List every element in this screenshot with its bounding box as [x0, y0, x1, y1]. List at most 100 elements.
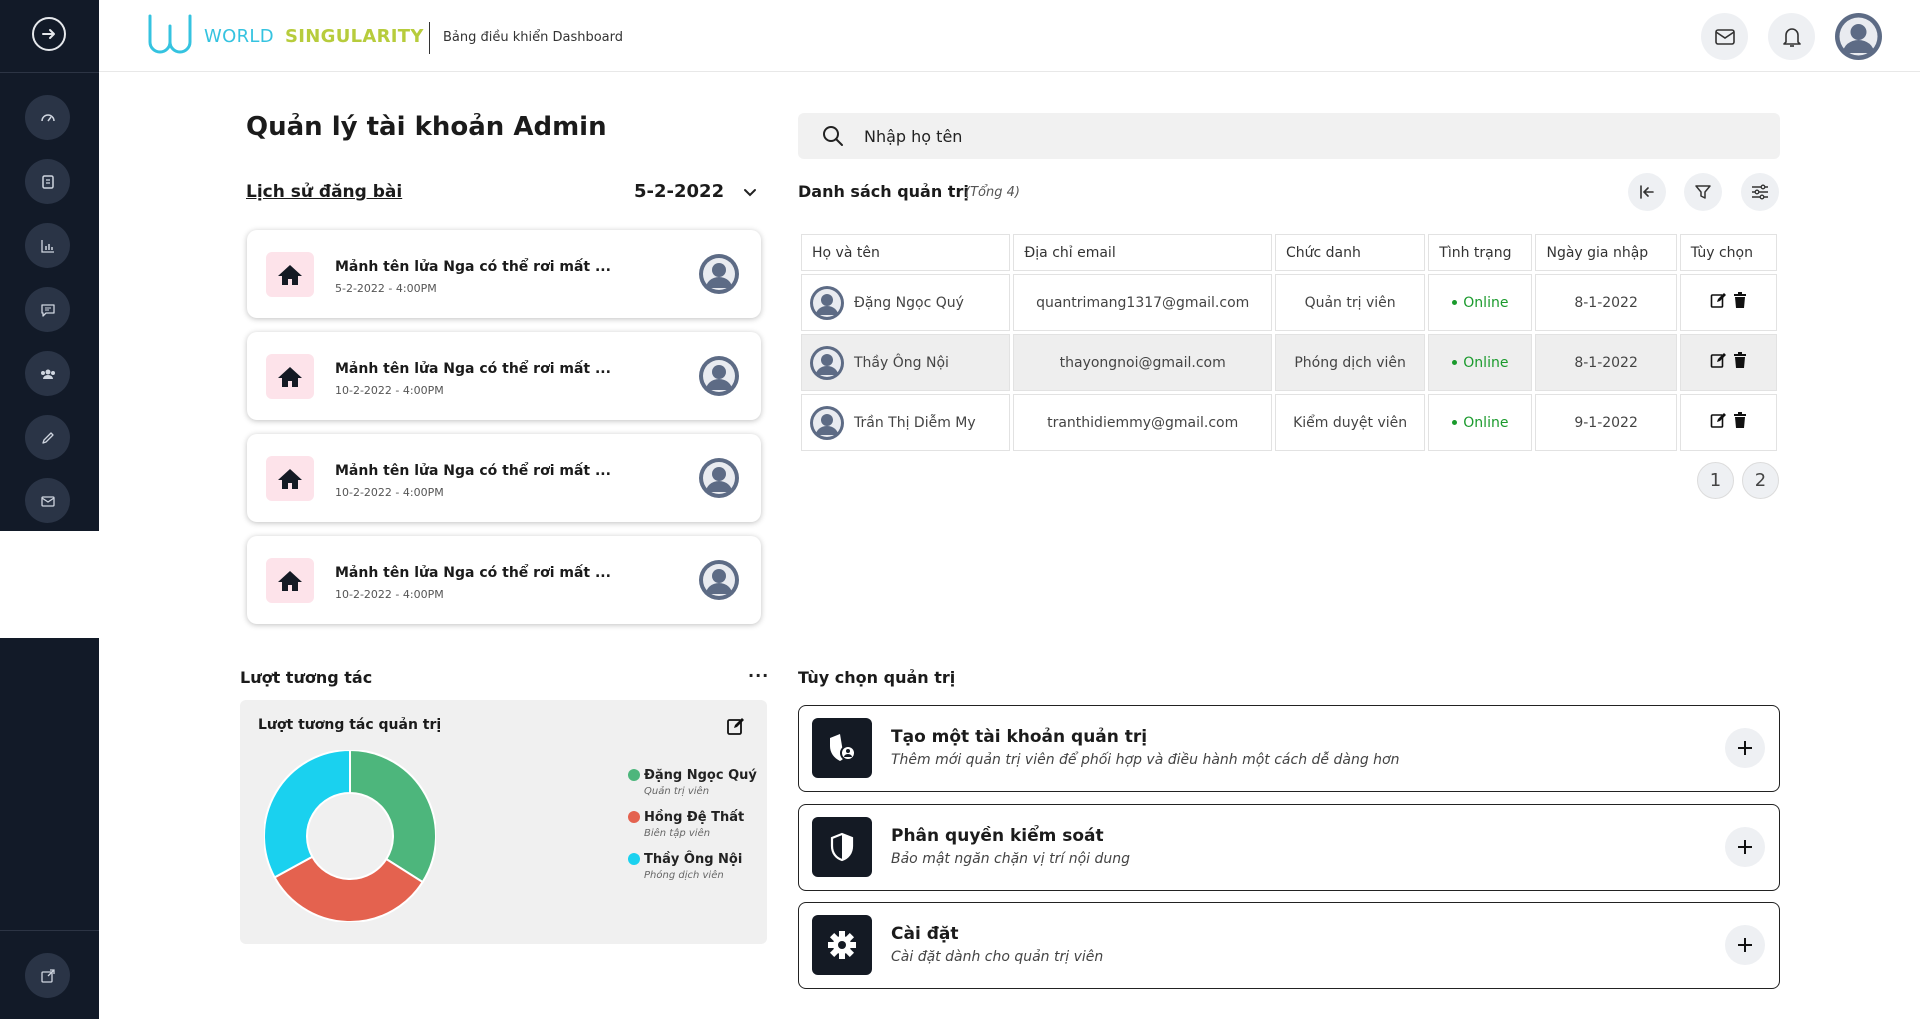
- sidebar-item-editor[interactable]: [25, 415, 70, 460]
- post-card[interactable]: Mảnh tên lửa Nga có thể rơi mất ... 10-2…: [247, 434, 761, 522]
- legend-swatch: [628, 769, 640, 781]
- post-history-link[interactable]: Lịch sử đăng bài: [246, 182, 402, 202]
- option-icon-badge: [812, 915, 872, 975]
- table-row[interactable]: Trần Thị Diễm My tranthidiemmy@gmail.com…: [801, 394, 1777, 451]
- column-header: Tùy chọn: [1679, 234, 1777, 271]
- admin-table: Họ và tên Địa chỉ email Chức danh Tình t…: [798, 231, 1780, 454]
- more-options-button[interactable]: ···: [748, 666, 769, 685]
- donut-chart: [264, 750, 436, 922]
- sidebar: [0, 0, 99, 531]
- column-header: Địa chỉ email: [1013, 234, 1272, 271]
- avatar: [810, 285, 844, 320]
- status-text: Online: [1463, 354, 1509, 371]
- plus-icon: [1738, 741, 1752, 755]
- sidebar-toggle-button[interactable]: [32, 17, 66, 51]
- user-silhouette-icon: [813, 408, 841, 437]
- admin-list-title: Danh sách quản trị: [798, 182, 969, 201]
- option-create-admin[interactable]: Tạo một tài khoản quản trị Thêm mới quản…: [798, 705, 1780, 792]
- name-cell: Thầy Ông Nội: [801, 334, 1011, 391]
- filter-button[interactable]: [1684, 173, 1722, 211]
- table-row[interactable]: Thầy Ông Nội thayongnoi@gmail.com Phóng …: [801, 334, 1777, 391]
- sidebar-divider: [0, 72, 99, 73]
- column-header: Tình trạng: [1428, 234, 1533, 271]
- joined-cell: 8-1-2022: [1535, 334, 1677, 391]
- sidebar-item-external-link[interactable]: [25, 953, 70, 998]
- arrow-right-icon: [42, 29, 55, 39]
- sidebar-item-statistics[interactable]: [25, 223, 70, 268]
- trash-icon[interactable]: [1733, 412, 1747, 429]
- email-cell: thayongnoi@gmail.com: [1013, 334, 1272, 391]
- admin-options-title: Tùy chọn quản trị: [798, 668, 956, 687]
- post-date: 5-2-2022 - 4:00PM: [335, 282, 437, 295]
- user-silhouette-icon: [813, 288, 841, 317]
- sidebar-item-users[interactable]: [25, 351, 70, 396]
- settings-sliders-button[interactable]: [1741, 173, 1779, 211]
- legend-item: Hồng Đệ Thất Biên tập viên: [628, 808, 763, 850]
- admin-name: Trần Thị Diễm My: [854, 414, 976, 431]
- notifications-button[interactable]: [1768, 13, 1815, 60]
- joined-cell: 9-1-2022: [1535, 394, 1677, 451]
- option-description: Bảo mật ngăn chặn vị trí nội dung: [891, 851, 1130, 867]
- pagination-page-1[interactable]: 1: [1697, 462, 1734, 499]
- post-card[interactable]: Mảnh tên lửa Nga có thể rơi mất ... 10-2…: [247, 332, 761, 420]
- legend-name: Hồng Đệ Thất: [644, 810, 745, 825]
- legend-swatch: [628, 853, 640, 865]
- legend-role: Quản trị viên: [644, 786, 710, 797]
- avatar: [810, 345, 844, 380]
- sidebar-item-dashboard[interactable]: [25, 95, 70, 140]
- edit-icon[interactable]: [1710, 352, 1727, 369]
- post-card[interactable]: Mảnh tên lửa Nga có thể rơi mất ... 10-2…: [247, 536, 761, 624]
- gear-icon: [828, 931, 856, 959]
- user-silhouette-icon: [813, 348, 841, 377]
- trash-icon[interactable]: [1733, 352, 1747, 369]
- user-silhouette-icon: [703, 462, 735, 494]
- sidebar-item-messages[interactable]: [25, 287, 70, 332]
- legend-role: Phóng dịch viên: [644, 870, 724, 881]
- chevron-down-icon[interactable]: [742, 184, 758, 200]
- option-description: Cài đặt dành cho quản trị viên: [891, 949, 1104, 965]
- add-button[interactable]: [1725, 728, 1765, 768]
- admin-name: Đặng Ngọc Quý: [854, 294, 964, 311]
- email-cell: quantrimang1317@gmail.com: [1013, 274, 1272, 331]
- edit-icon[interactable]: [1710, 292, 1727, 309]
- option-name: Cài đặt: [891, 924, 959, 944]
- pagination-page-2[interactable]: 2: [1742, 462, 1779, 499]
- add-button[interactable]: [1725, 925, 1765, 965]
- external-link-icon: [40, 968, 55, 983]
- bell-icon: [1782, 27, 1801, 47]
- name-cell: Trần Thị Diễm My: [801, 394, 1011, 451]
- post-date: 10-2-2022 - 4:00PM: [335, 486, 444, 499]
- admin-list-count: (Tổng 4): [965, 185, 1020, 200]
- admin-name: Thầy Ông Nội: [854, 354, 949, 371]
- column-header: Chức danh: [1274, 234, 1426, 271]
- edit-icon[interactable]: [726, 716, 746, 736]
- brand-divider: [429, 22, 430, 54]
- post-title: Mảnh tên lửa Nga có thể rơi mất ...: [335, 259, 611, 275]
- home-icon: [278, 570, 302, 591]
- user-avatar[interactable]: [1835, 13, 1882, 60]
- edit-icon[interactable]: [1710, 412, 1727, 429]
- add-button[interactable]: [1725, 827, 1765, 867]
- search-input[interactable]: [864, 125, 1744, 147]
- sidebar-item-documents[interactable]: [25, 159, 70, 204]
- post-title: Mảnh tên lửa Nga có thể rơi mất ...: [335, 463, 611, 479]
- message-icon: [40, 303, 55, 317]
- mail-icon: [1714, 28, 1735, 45]
- post-date: 10-2-2022 - 4:00PM: [335, 384, 444, 397]
- option-settings[interactable]: Cài đặt Cài đặt dành cho quản trị viên: [798, 902, 1780, 989]
- collapse-button[interactable]: [1628, 173, 1666, 211]
- post-card[interactable]: Mảnh tên lửa Nga có thể rơi mất ... 5-2-…: [247, 230, 761, 318]
- mail-button[interactable]: [1701, 13, 1748, 60]
- trash-icon[interactable]: [1733, 292, 1747, 309]
- history-date-select[interactable]: 5-2-2022: [634, 181, 724, 202]
- status-cell: Online: [1428, 334, 1533, 391]
- table-row[interactable]: Đặng Ngọc Quý quantrimang1317@gmail.com …: [801, 274, 1777, 331]
- option-permissions[interactable]: Phân quyền kiểm soát Bảo mật ngăn chặn v…: [798, 804, 1780, 891]
- document-icon: [41, 174, 54, 189]
- legend-swatch: [628, 811, 640, 823]
- post-title: Mảnh tên lửa Nga có thể rơi mất ...: [335, 565, 611, 581]
- legend-item: Thầy Ông Nội Phóng dịch viên: [628, 850, 763, 892]
- dashboard-gauge-icon: [40, 113, 55, 121]
- sidebar-item-mail[interactable]: [25, 478, 70, 523]
- actions-cell: [1679, 334, 1777, 391]
